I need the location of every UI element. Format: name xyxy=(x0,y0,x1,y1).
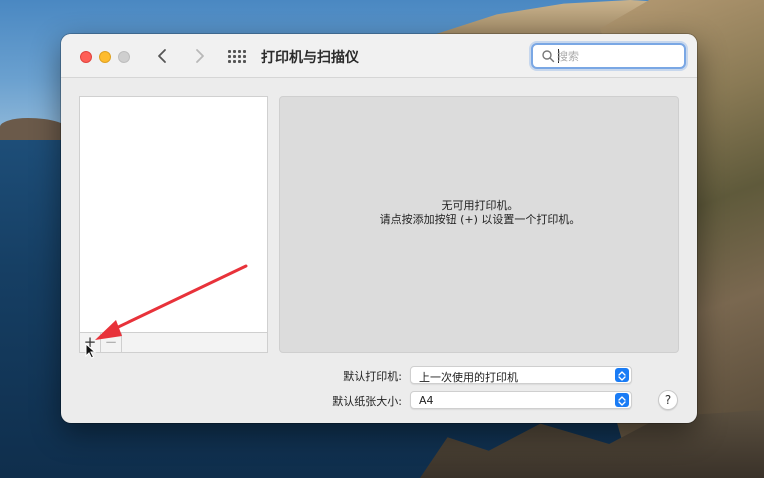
popup-stepper-icon xyxy=(615,393,629,407)
chevron-left-icon xyxy=(158,49,166,63)
search-icon xyxy=(542,50,555,63)
default-printer-label: 默认打印机: xyxy=(343,370,402,383)
search-field[interactable] xyxy=(531,43,686,69)
minimize-button[interactable] xyxy=(99,51,111,63)
title-bar: 打印机与扫描仪 xyxy=(61,34,697,78)
printer-detail-pane: 无可用打印机。 请点按添加按钮 (+) 以设置一个打印机。 xyxy=(279,96,679,353)
printers-scanners-window: 打印机与扫描仪 + − 无可用打印机。 请点按添加按钮 (+) 以设置一个打印机… xyxy=(61,34,697,423)
remove-printer-button[interactable]: − xyxy=(101,333,122,352)
window-title: 打印机与扫描仪 xyxy=(261,50,359,66)
paper-size-label: 默认纸张大小: xyxy=(332,395,402,408)
show-all-grid-icon[interactable] xyxy=(228,50,246,63)
paper-size-value: A4 xyxy=(419,394,434,407)
zoom-button[interactable] xyxy=(118,51,130,63)
printer-list[interactable] xyxy=(79,96,268,353)
default-printer-popup[interactable]: 上一次使用的打印机 xyxy=(410,366,632,384)
back-button[interactable] xyxy=(152,45,174,67)
close-button[interactable] xyxy=(80,51,92,63)
popup-stepper-icon xyxy=(615,368,629,382)
mouse-pointer-icon xyxy=(85,343,97,359)
default-printer-value: 上一次使用的打印机 xyxy=(419,371,518,384)
chevron-right-icon xyxy=(196,49,204,63)
paper-size-popup[interactable]: A4 xyxy=(410,391,632,409)
forward-button[interactable] xyxy=(188,45,210,67)
printer-list-toolbar: + − xyxy=(79,332,268,353)
search-input[interactable] xyxy=(557,47,677,65)
add-printer-hint: 请点按添加按钮 (+) 以设置一个打印机。 xyxy=(379,213,581,226)
help-button[interactable]: ? xyxy=(658,390,678,410)
